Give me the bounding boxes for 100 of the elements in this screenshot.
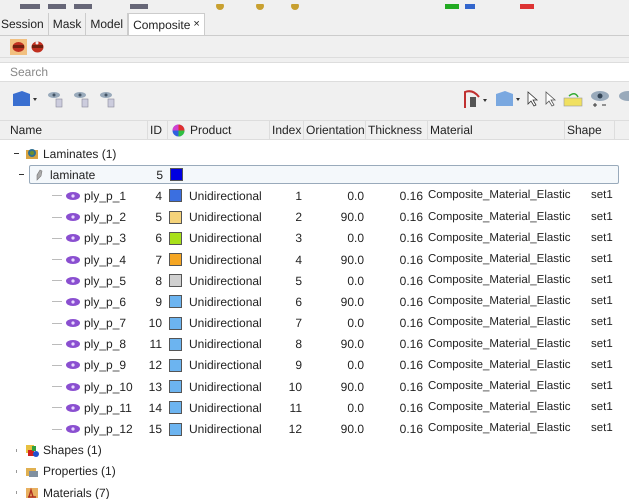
ply-name[interactable]: ply_p_1 bbox=[84, 186, 126, 205]
ply-name[interactable]: ply_p_9 bbox=[84, 356, 126, 374]
tab[interactable]: Composite × bbox=[128, 13, 205, 35]
ply-name[interactable]: ply_p_4 bbox=[84, 250, 126, 269]
folder-name[interactable]: Shapes (1) bbox=[43, 441, 102, 460]
product-cell-text: Unidirectional bbox=[188, 188, 263, 205]
column-header[interactable]: Index bbox=[270, 121, 304, 139]
material-cell-text: Composite_Material_Elastic bbox=[427, 230, 572, 246]
ply-name[interactable]: ply_p_2 bbox=[84, 208, 126, 226]
material-cell-text: Composite_Material_Elastic bbox=[427, 294, 572, 310]
product-cell-text: Unidirectional bbox=[188, 230, 263, 248]
orientation-cell-text: 90.0 bbox=[340, 378, 364, 396]
orientation-cell-text: 0.0 bbox=[346, 188, 364, 205]
cursor-icon[interactable] bbox=[527, 91, 539, 107]
ply-name[interactable]: ply_p_3 bbox=[84, 229, 126, 248]
thickness-cell-text: 0.16 bbox=[398, 209, 423, 226]
column-header[interactable]: Shape bbox=[565, 121, 615, 139]
material-cell-text: Composite_Material_Elastic bbox=[427, 252, 572, 267]
shape-cell-text: set1 bbox=[591, 400, 613, 416]
shape-cell-text: set1 bbox=[591, 210, 613, 225]
composite-icon[interactable] bbox=[10, 38, 27, 54]
ply-icon bbox=[65, 212, 81, 222]
id-cell-text: 6 bbox=[154, 230, 162, 248]
eye-plus-minus-icon[interactable] bbox=[589, 89, 611, 109]
ply-name[interactable]: ply_p_5 bbox=[84, 272, 126, 290]
column-header[interactable]: Thickness bbox=[366, 121, 428, 139]
material-cell-text: Composite_Material_Elastic bbox=[427, 421, 572, 436]
orientation-cell-text: 90.0 bbox=[340, 421, 364, 438]
id-cell-text: 9 bbox=[154, 294, 162, 311]
index-cell-text: 6 bbox=[294, 294, 302, 311]
measure-icon[interactable] bbox=[463, 89, 489, 109]
thickness-cell-text: 0.16 bbox=[398, 315, 423, 332]
column-header[interactable]: Product bbox=[188, 121, 270, 139]
ply-name[interactable]: ply_p_12 bbox=[84, 420, 133, 438]
index-cell-text: 10 bbox=[288, 378, 302, 396]
column-header[interactable]: ID bbox=[148, 121, 168, 139]
materials-icon bbox=[25, 486, 39, 499]
ply-name[interactable]: ply_p_10 bbox=[84, 378, 133, 396]
shape-cell-text: set1 bbox=[591, 188, 613, 204]
ply-name[interactable]: ply_p_6 bbox=[84, 292, 126, 311]
thickness-cell-text: 0.16 bbox=[398, 357, 423, 374]
close-tab-button[interactable]: × bbox=[193, 16, 200, 33]
folder-name[interactable]: Properties (1) bbox=[43, 462, 116, 480]
layers-dropdown-icon[interactable] bbox=[12, 90, 38, 108]
product-cell-text: Unidirectional bbox=[188, 378, 263, 396]
thickness-cell-text: 0.16 bbox=[398, 378, 423, 396]
show-icon[interactable] bbox=[98, 90, 116, 108]
material-cell-text: Composite_Material_Elastic bbox=[427, 400, 572, 416]
orientation-cell-text: 90.0 bbox=[340, 336, 364, 354]
ply-name[interactable]: ply_p_8 bbox=[84, 335, 126, 354]
index-cell-text: 7 bbox=[294, 315, 302, 332]
id-cell-text: 15 bbox=[148, 421, 162, 438]
orientation-cell-text: 0.0 bbox=[346, 357, 364, 374]
thickness-cell-text: 0.16 bbox=[398, 188, 423, 205]
product-cell-text: Unidirectional bbox=[188, 294, 263, 311]
orientation-cell-text: 90.0 bbox=[340, 294, 364, 311]
index-cell-text: 9 bbox=[294, 357, 302, 374]
ply-icon bbox=[65, 382, 81, 392]
index-cell-text: 4 bbox=[294, 252, 302, 269]
search-field[interactable]: Search bbox=[10, 63, 629, 81]
laminate-name: laminate bbox=[50, 166, 96, 184]
id-cell-text: 8 bbox=[154, 272, 162, 290]
shape-cell-text: set1 bbox=[591, 273, 613, 288]
folder-name[interactable]: Laminates (1) bbox=[43, 144, 116, 163]
material-cell-text: Composite_Material_Elastic bbox=[427, 336, 572, 352]
tab[interactable]: Session bbox=[0, 13, 49, 35]
tab[interactable]: Mask bbox=[48, 13, 86, 35]
shape-cell-text: set1 bbox=[591, 230, 613, 246]
ply-name[interactable]: ply_p_7 bbox=[84, 314, 126, 332]
tray-icon[interactable] bbox=[563, 91, 583, 107]
show-icon[interactable] bbox=[46, 90, 64, 108]
index-cell-text: 11 bbox=[288, 400, 302, 417]
composite-icon[interactable] bbox=[29, 38, 46, 54]
id-cell-text: 10 bbox=[148, 315, 162, 332]
show-icon[interactable] bbox=[72, 90, 90, 108]
shape-cell-text: set1 bbox=[591, 421, 613, 436]
ply-icon bbox=[65, 360, 81, 370]
orientation-cell-text: 90.0 bbox=[340, 209, 364, 226]
column-header[interactable]: Orientation bbox=[304, 121, 366, 139]
column-header[interactable]: Material bbox=[428, 121, 565, 139]
product-cell-text: Unidirectional bbox=[188, 252, 263, 269]
ply-icon bbox=[65, 296, 81, 307]
laminate-row[interactable]: laminate 5 bbox=[29, 165, 619, 184]
ply-name[interactable]: ply_p_11 bbox=[84, 398, 132, 417]
shape-cell-text: set1 bbox=[591, 336, 613, 352]
thickness-cell-text: 0.16 bbox=[398, 230, 423, 248]
product-cell-text: Unidirectional bbox=[188, 336, 263, 354]
product-cell-text: Unidirectional bbox=[188, 209, 263, 226]
column-header[interactable]: Name bbox=[0, 121, 148, 139]
thickness-cell-text: 0.16 bbox=[398, 294, 423, 311]
cursor-icon[interactable] bbox=[545, 91, 557, 107]
product-cell-text: Unidirectional bbox=[188, 315, 263, 332]
folder-name[interactable]: Materials (7) bbox=[43, 484, 110, 499]
shapes-icon bbox=[25, 444, 39, 457]
id-cell-text: 4 bbox=[154, 188, 162, 205]
ply-icon bbox=[65, 402, 81, 413]
orientation-cell-text: 0.0 bbox=[346, 315, 364, 332]
laminate-icon bbox=[34, 168, 44, 181]
index-cell-text: 1 bbox=[294, 188, 302, 205]
index-cell-text: 12 bbox=[288, 421, 302, 438]
